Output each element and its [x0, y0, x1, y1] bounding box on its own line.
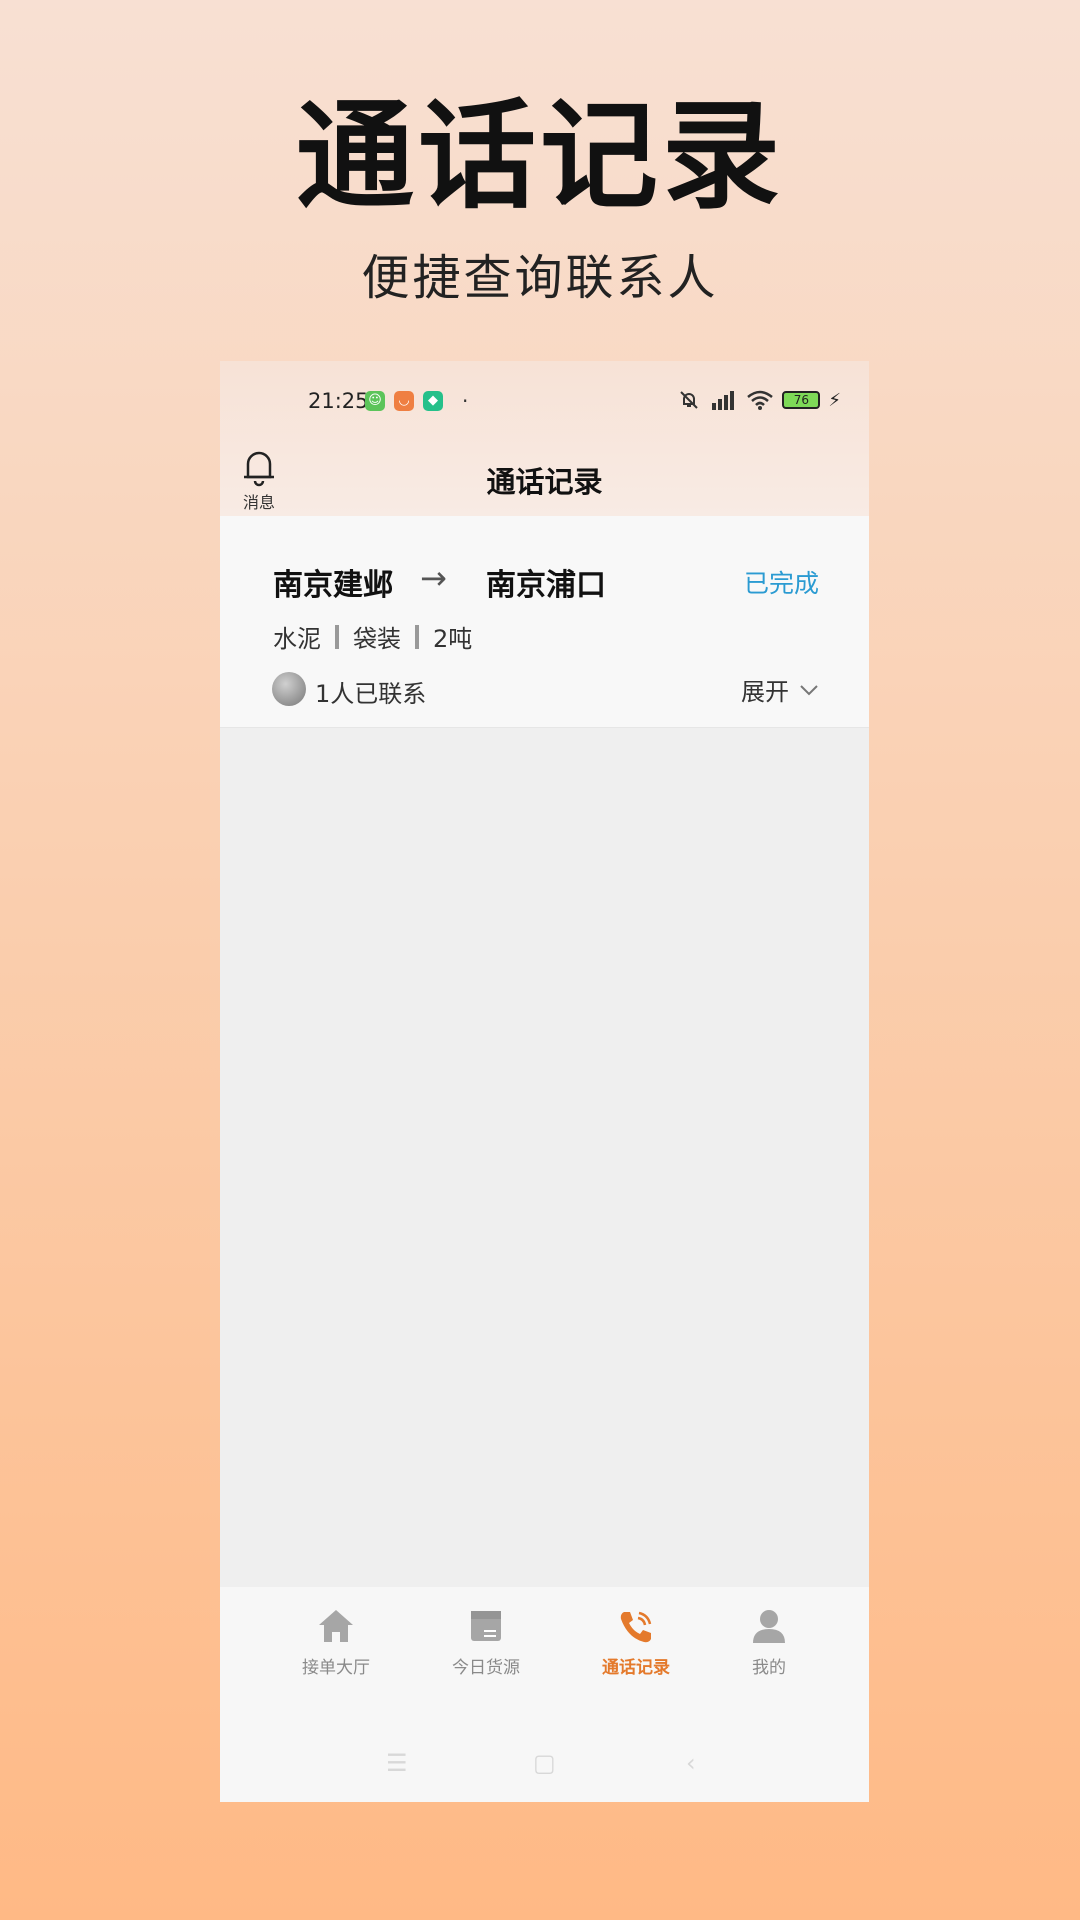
wechat-notify-icon: ☺: [365, 391, 385, 411]
bottom-tab-bar: 接单大厅 今日货源 通话记录 我的 ☰ ▢ ‹: [220, 1587, 869, 1802]
route-from: 南京建邺: [273, 568, 393, 603]
wifi-icon: [747, 390, 774, 410]
signal-icon: [712, 391, 735, 410]
tab-label: 接单大厅: [302, 1658, 370, 1678]
route-arrow: →: [420, 559, 447, 597]
cargo-weight: 2吨: [433, 625, 473, 653]
back-nav-icon[interactable]: ‹: [686, 1749, 696, 1777]
avatar: [272, 672, 306, 706]
cargo-packing: 袋装: [353, 625, 401, 653]
app-header: 21:25 ☺ ◡ ◆ · 76 ⚡ 消息 通话记录: [220, 361, 869, 516]
expand-label: 展开: [741, 678, 789, 706]
shield-notify-icon: ◆: [423, 391, 443, 411]
menu-nav-icon[interactable]: ☰: [386, 1749, 408, 1777]
status-right-icons: 76 ⚡: [678, 389, 841, 411]
tab-label: 今日货源: [452, 1658, 520, 1678]
chevron-down-icon: [800, 684, 818, 695]
status-badge: 已完成: [743, 569, 819, 598]
divider: [415, 624, 419, 649]
status-time: 21:25: [308, 389, 369, 413]
promo-subtitle: 便捷查询联系人: [361, 250, 719, 306]
box-icon: [471, 1611, 501, 1641]
mute-bell-icon: [680, 391, 699, 409]
cargo-type: 水泥: [273, 625, 321, 653]
tab-call-records[interactable]: 通话记录: [576, 1607, 696, 1678]
taobao-notify-icon: ◡: [394, 391, 414, 411]
status-bar: 21:25 ☺ ◡ ◆ · 76 ⚡: [220, 389, 869, 419]
cargo-info: 水泥 袋装 2吨: [273, 619, 472, 654]
phone-screen: 21:25 ☺ ◡ ◆ · 76 ⚡ 消息 通话记录 南京建邺 → 南京浦口 已…: [220, 361, 869, 1802]
tab-order-hall[interactable]: 接单大厅: [276, 1607, 396, 1678]
divider: [335, 624, 339, 649]
phone-icon: [620, 1611, 652, 1643]
charging-icon: ⚡: [828, 389, 841, 411]
expand-button[interactable]: 展开: [741, 672, 819, 707]
tab-label: 通话记录: [602, 1658, 670, 1678]
tab-today-cargo[interactable]: 今日货源: [426, 1607, 546, 1678]
battery-icon: 76: [782, 391, 821, 409]
home-nav-icon[interactable]: ▢: [533, 1749, 556, 1777]
contacts-count: 1人已联系: [315, 680, 427, 708]
route-to: 南京浦口: [486, 568, 606, 603]
call-record-card[interactable]: 南京建邺 → 南京浦口 已完成 水泥 袋装 2吨 1人已联系 展开: [220, 516, 869, 728]
home-icon: [319, 1610, 353, 1642]
page-title: 通话记录: [486, 465, 603, 499]
tab-label: 我的: [752, 1658, 786, 1678]
more-notify-dot: ·: [462, 389, 469, 413]
tab-mine[interactable]: 我的: [709, 1607, 829, 1678]
promo-title: 通话记录: [295, 87, 784, 225]
user-icon: [753, 1610, 785, 1643]
